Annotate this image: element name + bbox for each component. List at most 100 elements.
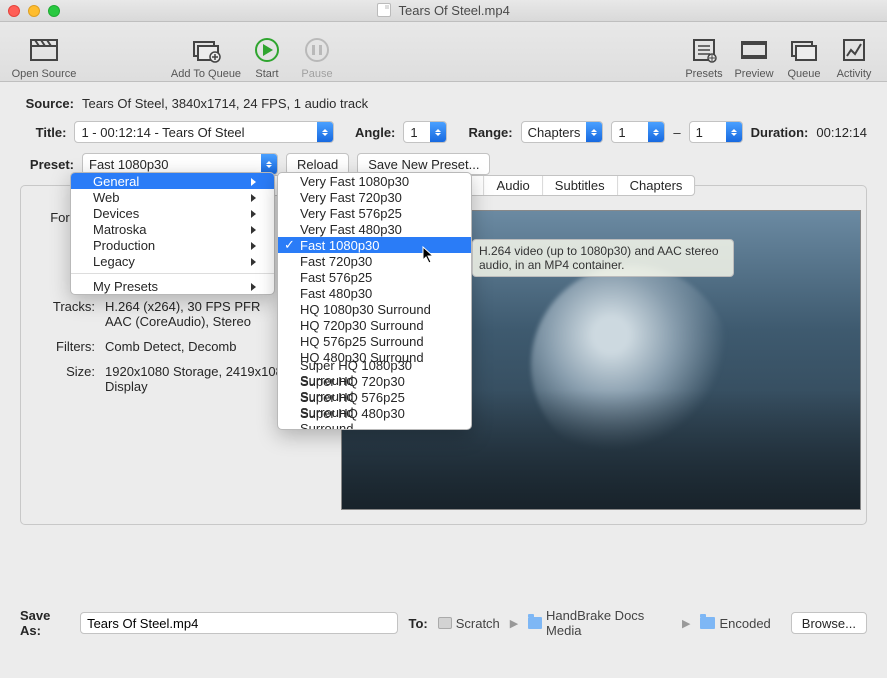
range-to-select[interactable]: 1 [689,121,743,143]
browse-button[interactable]: Browse... [791,612,867,634]
title-label: Title: [20,125,66,140]
chevron-right-icon [251,254,256,269]
menu-item-general[interactable]: General [71,173,274,189]
filters-label: Filters: [35,339,95,354]
cursor-icon [422,246,436,264]
size-label: Size: [35,364,95,394]
tab-chapters[interactable]: Chapters [618,176,695,195]
preset-item[interactable]: Super HQ 480p30 Surround [278,413,471,429]
disk-icon [438,617,452,629]
menu-item-my-presets[interactable]: My Presets [71,278,274,294]
toolbar: Open Source Add To Queue Start Pause Pre… [0,22,887,82]
path-segment-text: Encoded [719,616,770,631]
play-icon [251,36,283,64]
menu-item-web[interactable]: Web [71,189,274,205]
folder-icon [528,617,542,629]
activity-icon [838,36,870,64]
preset-item[interactable]: Very Fast 576p25 [278,205,471,221]
tab-audio[interactable]: Audio [485,176,543,195]
open-source-button[interactable]: Open Source [8,24,80,80]
document-icon [377,3,391,17]
range-dash: – [673,125,680,140]
preset-item[interactable]: Fast 480p30 [278,285,471,301]
chevron-updown-icon [261,154,277,174]
clapperboard-icon [28,36,60,64]
chevron-updown-icon [586,122,602,142]
chevron-updown-icon [430,122,446,142]
save-as-input[interactable] [80,612,398,634]
activity-button[interactable]: Activity [829,24,879,80]
preset-item[interactable]: HQ 576p25 Surround [278,333,471,349]
to-label: To: [408,616,427,631]
path-segment-text: HandBrake Docs Media [546,608,672,638]
toolbar-label: Open Source [12,68,77,80]
check-icon: ✓ [284,237,295,253]
chevron-right-icon [251,222,256,237]
preview-button[interactable]: Preview [729,24,779,80]
menu-divider [71,273,274,274]
preview-icon [738,36,770,64]
menu-item-legacy[interactable]: Legacy [71,253,274,269]
chevron-right-icon: ▶ [510,617,518,630]
chevron-right-icon [251,206,256,221]
title-select[interactable]: 1 - 00:12:14 - Tears Of Steel [74,121,333,143]
preset-item[interactable]: Very Fast 1080p30 [278,173,471,189]
preset-item[interactable]: Very Fast 480p30 [278,221,471,237]
chevron-updown-icon [317,122,333,142]
start-button[interactable]: Start [242,24,292,80]
range-to-value: 1 [696,125,720,140]
toolbar-label: Add To Queue [171,68,241,80]
preset-categories-menu: General Web Devices Matroska Production … [70,172,275,295]
path-segment[interactable]: Encoded [700,616,770,631]
preset-select-value: Fast 1080p30 [89,157,255,172]
chevron-updown-icon [648,122,664,142]
footer: Save As: To: Scratch ▶ HandBrake Docs Me… [20,608,867,638]
presets-icon [688,36,720,64]
folder-icon [700,617,715,629]
range-mode-select[interactable]: Chapters [521,121,604,143]
angle-label: Angle: [355,125,395,140]
preset-item[interactable]: HQ 1080p30 Surround [278,301,471,317]
path-segment[interactable]: Scratch [438,616,500,631]
queue-add-icon [190,36,222,64]
toolbar-label: Pause [301,68,332,80]
path-segment[interactable]: HandBrake Docs Media [528,608,672,638]
toolbar-label: Start [255,68,278,80]
window-title: Tears Of Steel.mp4 [0,3,887,18]
toolbar-label: Presets [685,68,722,80]
pause-button: Pause [292,24,342,80]
range-mode-value: Chapters [528,125,581,140]
preset-item-selected[interactable]: ✓Fast 1080p30 [278,237,471,253]
menu-item-devices[interactable]: Devices [71,205,274,221]
tracks-label: Tracks: [35,299,95,329]
save-as-label: Save As: [20,608,70,638]
add-to-queue-button[interactable]: Add To Queue [170,24,242,80]
toolbar-label: Preview [734,68,773,80]
chevron-right-icon [251,238,256,253]
source-label: Source: [20,96,74,111]
toolbar-label: Queue [787,68,820,80]
title-select-value: 1 - 00:12:14 - Tears Of Steel [81,125,310,140]
tab-subtitles[interactable]: Subtitles [543,176,618,195]
angle-select[interactable]: 1 [403,121,447,143]
preset-item[interactable]: Very Fast 720p30 [278,189,471,205]
duration-label: Duration: [751,125,809,140]
range-from-select[interactable]: 1 [611,121,665,143]
queue-button[interactable]: Queue [779,24,829,80]
chevron-right-icon [251,190,256,205]
preset-label: Preset: [20,157,74,172]
menu-item-matroska[interactable]: Matroska [71,221,274,237]
path-segment-text: Scratch [456,616,500,631]
chevron-updown-icon [726,122,742,142]
preset-item[interactable]: Fast 576p25 [278,269,471,285]
angle-value: 1 [410,125,424,140]
source-value: Tears Of Steel, 3840x1714, 24 FPS, 1 aud… [82,96,368,111]
duration-value: 00:12:14 [816,125,867,140]
presets-button[interactable]: Presets [679,24,729,80]
range-label: Range: [469,125,513,140]
chevron-right-icon [251,174,256,189]
menu-item-production[interactable]: Production [71,237,274,253]
preset-item[interactable]: Fast 720p30 [278,253,471,269]
preset-item[interactable]: HQ 720p30 Surround [278,317,471,333]
preset-tooltip: H.264 video (up to 1080p30) and AAC ster… [472,239,734,277]
